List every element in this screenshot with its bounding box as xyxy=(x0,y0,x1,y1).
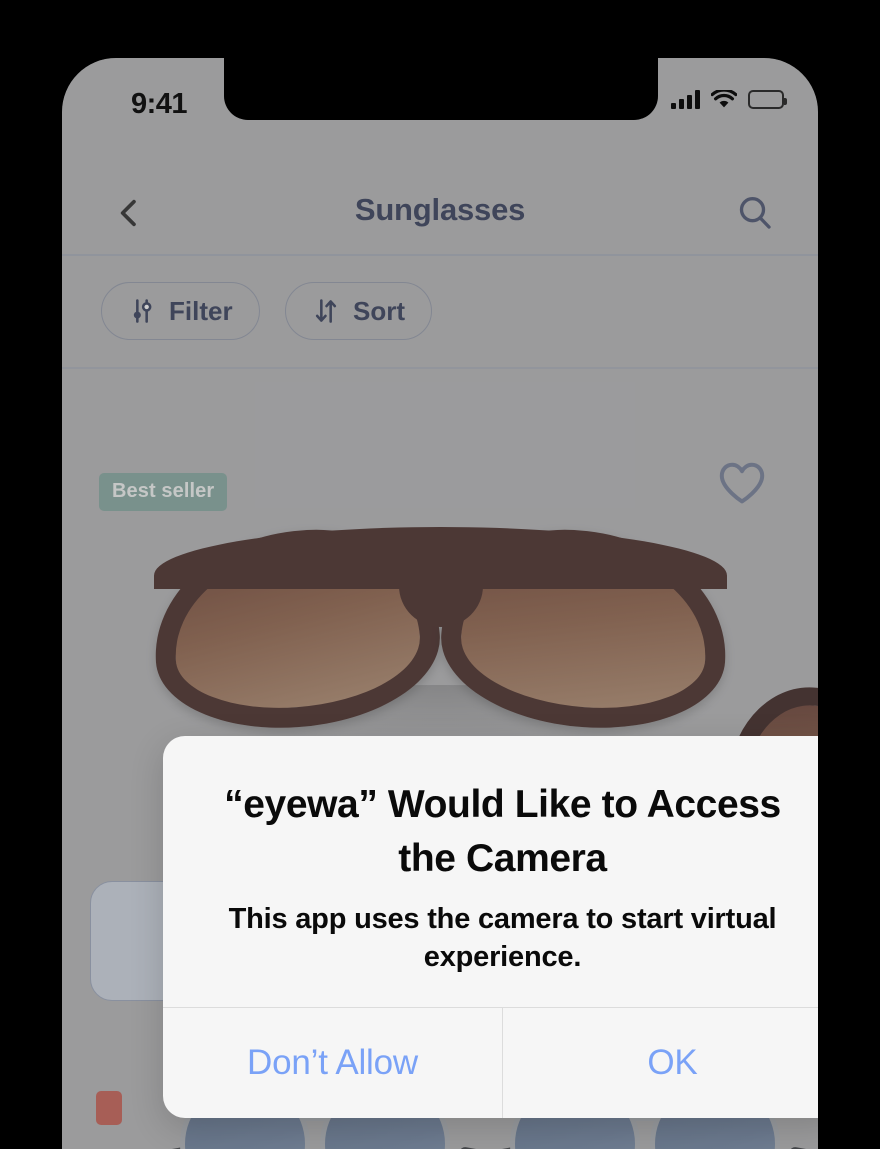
screenshot-root: 9:41 Sunglasses Filter Sort Best seller … xyxy=(0,0,880,1149)
cellular-signal-icon xyxy=(671,90,700,109)
dont-allow-button[interactable]: Don’t Allow xyxy=(163,1008,502,1118)
alert-actions: Don’t Allow OK xyxy=(163,1006,818,1118)
alert-content: “eyewa” Would Like to Access the Camera … xyxy=(163,736,818,1007)
wifi-icon xyxy=(710,88,738,109)
device-notch xyxy=(224,58,658,120)
ok-button[interactable]: OK xyxy=(502,1007,818,1118)
phone-screen: 9:41 Sunglasses Filter Sort Best seller … xyxy=(62,58,818,1149)
status-bar-indicators xyxy=(671,88,787,109)
alert-title: “eyewa” Would Like to Access the Camera xyxy=(224,783,781,880)
battery-full-icon xyxy=(748,90,787,109)
alert-message: This app uses the camera to start virtua… xyxy=(228,902,777,974)
status-bar-clock: 9:41 xyxy=(131,88,188,120)
camera-permission-alert: “eyewa” Would Like to Access the Camera … xyxy=(163,736,818,1118)
